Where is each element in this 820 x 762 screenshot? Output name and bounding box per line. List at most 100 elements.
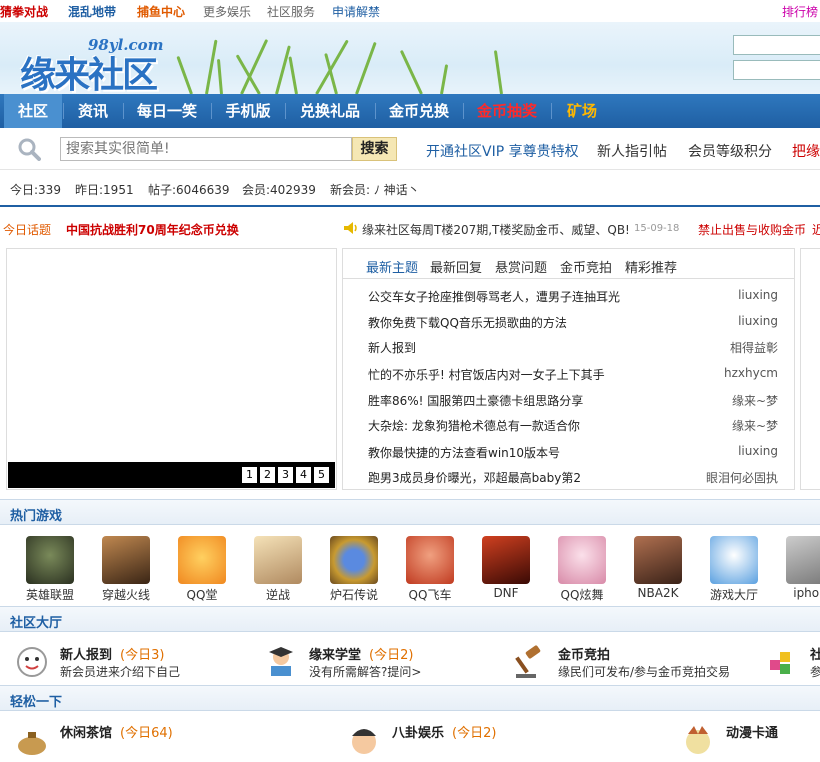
game-label[interactable]: QQ飞车 bbox=[398, 586, 462, 603]
topic-title[interactable]: 胜率86%! 国服第四土豪德卡组思路分享 bbox=[368, 392, 583, 409]
game-item[interactable]: QQ堂 bbox=[170, 536, 234, 603]
game-item[interactable]: DNF bbox=[474, 536, 538, 600]
nav-coin-exchange[interactable]: 金币兑换 bbox=[376, 94, 462, 128]
board-coin-auction[interactable]: 金币竞拍 缘民们可发布/参与金币竞拍交易 bbox=[512, 638, 762, 684]
top-link-ranking[interactable]: 排行榜 bbox=[782, 3, 818, 20]
topic-author[interactable]: liuxing bbox=[738, 288, 778, 302]
nav-coin-lottery[interactable]: 金币抽奖 bbox=[464, 94, 550, 128]
board-title[interactable]: 动漫卡通 bbox=[726, 722, 778, 741]
board-academy[interactable]: 缘来学堂 (今日2) 没有所需解答?提问> bbox=[263, 638, 513, 684]
game-item[interactable]: NBA2K bbox=[626, 536, 690, 600]
top-link-chaos[interactable]: 混乱地带 bbox=[68, 3, 116, 20]
search-button[interactable]: 搜索 bbox=[352, 137, 397, 161]
topic-row[interactable]: 教你最快捷的方法查看win10版本号 liuxing bbox=[368, 438, 778, 464]
search-input[interactable] bbox=[60, 137, 352, 161]
nav-gift-exchange[interactable]: 兑换礼品 bbox=[286, 94, 374, 128]
game-label[interactable]: 英雄联盟 bbox=[18, 586, 82, 603]
nav-community[interactable]: 社区 bbox=[4, 94, 62, 128]
topic-row[interactable]: 教你免费下载QQ音乐无损歌曲的方法 liuxing bbox=[368, 308, 778, 334]
topic-title[interactable]: 新人报到 bbox=[368, 339, 416, 356]
board-title[interactable]: 八卦娱乐 bbox=[392, 722, 444, 741]
topic-title[interactable]: 忙的不亦乐乎! 村官饭店内对一女子上下其手 bbox=[368, 366, 605, 383]
extra-link[interactable]: 把缘 bbox=[792, 141, 820, 161]
topic-title[interactable]: 跑男3成员身价曝光，邓超最高baby第2 bbox=[368, 469, 581, 486]
game-label[interactable]: DNF bbox=[474, 586, 538, 600]
slide-page-5[interactable]: 5 bbox=[314, 467, 329, 483]
topic-author[interactable]: hzxhycm bbox=[724, 366, 778, 380]
topic-title[interactable]: 大杂烩: 龙象狗猎枪术德总有一款适合你 bbox=[368, 417, 580, 434]
tab-featured[interactable]: 精彩推荐 bbox=[625, 257, 677, 276]
top-link-guess[interactable]: 猜拳对战 bbox=[0, 3, 48, 20]
board-title[interactable]: 社 bbox=[810, 644, 820, 663]
password-field[interactable] bbox=[733, 60, 820, 80]
board-title[interactable]: 金币竞拍 bbox=[558, 644, 610, 663]
board-teahouse[interactable]: 休闲茶馆 (今日64) bbox=[14, 716, 264, 762]
topic-row[interactable]: 新人报到 相得益彰 bbox=[368, 333, 778, 359]
game-item[interactable]: 逆战 bbox=[246, 536, 310, 603]
game-label[interactable]: 逆战 bbox=[246, 586, 310, 603]
game-item[interactable]: QQ飞车 bbox=[398, 536, 462, 603]
site-logo[interactable]: 缘来社区 bbox=[20, 46, 158, 94]
game-item[interactable]: 英雄联盟 bbox=[18, 536, 82, 603]
game-item[interactable]: QQ炫舞 bbox=[550, 536, 614, 603]
topic-row[interactable]: 大杂烩: 龙象狗猎枪术德总有一款适合你 缘来~梦 bbox=[368, 411, 778, 437]
tab-coin-auction[interactable]: 金币竞拍 bbox=[560, 257, 612, 276]
board-title[interactable]: 休闲茶馆 bbox=[60, 722, 112, 741]
nav-daily-joke[interactable]: 每日一笑 bbox=[124, 94, 210, 128]
game-label[interactable]: 穿越火线 bbox=[94, 586, 158, 603]
game-label[interactable]: 炉石传说 bbox=[322, 586, 386, 603]
top-link-fishing[interactable]: 捕鱼中心 bbox=[137, 3, 185, 20]
topic-title[interactable]: 公交车女子抢座推倒辱骂老人，遭男子连抽耳光 bbox=[368, 288, 620, 305]
game-item[interactable]: 穿越火线 bbox=[94, 536, 158, 603]
game-label[interactable]: 游戏大厅 bbox=[702, 586, 766, 603]
slide-page-4[interactable]: 4 bbox=[296, 467, 311, 483]
nav-mobile[interactable]: 手机版 bbox=[212, 94, 284, 128]
topic-title[interactable]: 教你免费下载QQ音乐无损歌曲的方法 bbox=[368, 314, 567, 331]
topic-author[interactable]: liuxing bbox=[738, 444, 778, 458]
tab-latest-threads[interactable]: 最新主题 bbox=[366, 257, 418, 276]
topic-row[interactable]: 胜率86%! 国服第四土豪德卡组思路分享 缘来~梦 bbox=[368, 386, 778, 412]
top-link-more-fun[interactable]: 更多娱乐 bbox=[203, 3, 251, 20]
tab-bounty[interactable]: 悬赏问题 bbox=[495, 257, 547, 276]
notice-link[interactable]: 缘来社区每周T楼207期,T楼奖励金币、威望、QB! bbox=[362, 221, 630, 238]
slideshow[interactable]: 1 2 3 4 5 bbox=[6, 248, 337, 490]
today-topic-headline[interactable]: 中国抗战胜利70周年纪念币兑换 bbox=[66, 221, 239, 238]
board-newbie[interactable]: 新人报到 (今日3) 新会员进来介绍下自己 bbox=[14, 638, 264, 684]
topic-row[interactable]: 忙的不亦乐乎! 村官饭店内对一女子上下其手 hzxhycm bbox=[368, 360, 778, 386]
username-field[interactable] bbox=[733, 35, 820, 55]
game-item[interactable]: iphon bbox=[778, 536, 820, 600]
tab-latest-replies[interactable]: 最新回复 bbox=[430, 257, 482, 276]
newbie-guide-link[interactable]: 新人指引帖 bbox=[597, 141, 667, 161]
slide-page-2[interactable]: 2 bbox=[260, 467, 275, 483]
slide-page-3[interactable]: 3 bbox=[278, 467, 293, 483]
game-label[interactable]: QQ堂 bbox=[170, 586, 234, 603]
topic-author[interactable]: 相得益彰 bbox=[730, 339, 778, 356]
member-level-link[interactable]: 会员等级积分 bbox=[688, 141, 772, 161]
board-desc[interactable]: 没有所需解答?提问> bbox=[309, 663, 421, 680]
topic-author[interactable]: 缘来~梦 bbox=[732, 392, 778, 409]
top-link-unban[interactable]: 申请解禁 bbox=[332, 3, 380, 20]
game-label[interactable]: QQ炫舞 bbox=[550, 586, 614, 603]
slide-page-1[interactable]: 1 bbox=[242, 467, 257, 483]
game-label[interactable]: iphon bbox=[778, 586, 820, 600]
game-item[interactable]: 炉石传说 bbox=[322, 536, 386, 603]
stat-newest-member[interactable]: 新会员: ﾉ 神话丶 bbox=[330, 181, 420, 198]
board-extra[interactable]: 社 参 bbox=[766, 638, 820, 684]
board-title[interactable]: 新人报到 bbox=[60, 644, 112, 663]
topic-author[interactable]: 眼泪何必固执 bbox=[706, 469, 778, 486]
topic-row[interactable]: 公交车女子抢座推倒辱骂老人，遭男子连抽耳光 liuxing bbox=[368, 282, 778, 308]
nav-mine[interactable]: 矿场 bbox=[552, 94, 612, 128]
topic-title[interactable]: 教你最快捷的方法查看win10版本号 bbox=[368, 444, 560, 461]
topic-author[interactable]: liuxing bbox=[738, 314, 778, 328]
top-link-service[interactable]: 社区服务 bbox=[267, 3, 315, 20]
vip-link[interactable]: 开通社区VIP 享尊贵特权 bbox=[426, 141, 579, 161]
topic-author[interactable]: 缘来~梦 bbox=[732, 417, 778, 434]
warning-link[interactable]: 禁止出售与收购金币 bbox=[698, 221, 806, 238]
board-anime[interactable]: 动漫卡通 bbox=[680, 716, 820, 762]
game-item[interactable]: 游戏大厅 bbox=[702, 536, 766, 603]
topic-row[interactable]: 跑男3成员身价曝光，邓超最高baby第2 眼泪何必固执 bbox=[368, 463, 778, 489]
board-title[interactable]: 缘来学堂 bbox=[309, 644, 361, 663]
board-gossip[interactable]: 八卦娱乐 (今日2) bbox=[346, 716, 596, 762]
game-label[interactable]: NBA2K bbox=[626, 586, 690, 600]
nav-news[interactable]: 资讯 bbox=[64, 94, 122, 128]
